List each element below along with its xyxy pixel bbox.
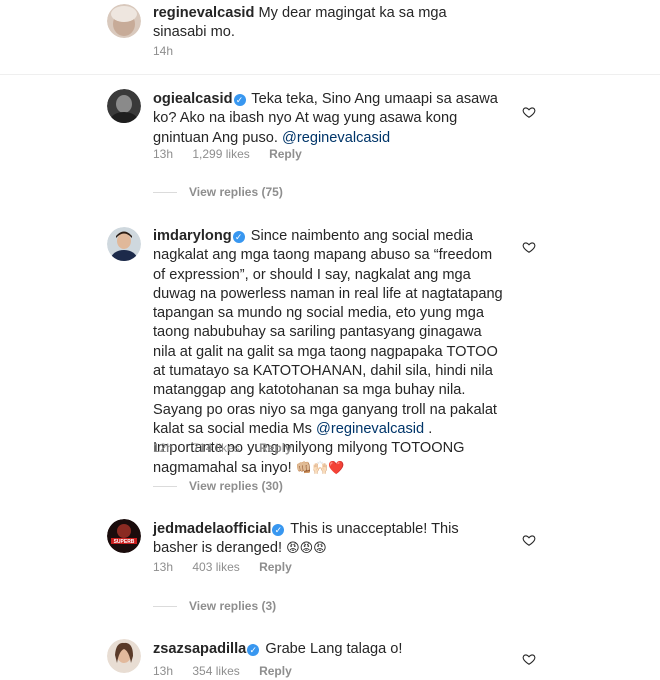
avatar[interactable]	[107, 89, 141, 123]
verified-badge-icon: ✓	[247, 644, 260, 656]
comment-text-line: nagmamahal sa inyo!	[153, 459, 292, 476]
comment-likes[interactable]: 714 likes	[192, 441, 239, 455]
avatar-text: SUPERB	[114, 539, 135, 545]
comment-likes[interactable]: 403 likes	[192, 560, 239, 574]
comment-time: 13h	[153, 560, 174, 574]
heart-outline-icon[interactable]	[522, 105, 536, 119]
comment-text: Grabe Lang talaga o!	[265, 641, 403, 657]
comment-text-line: nila at galit na galit sa mga taong nagp…	[153, 343, 498, 360]
comment-time: 13h	[153, 664, 174, 678]
avatar[interactable]	[107, 227, 141, 261]
verified-badge-icon: ✓	[233, 94, 246, 106]
comment-likes[interactable]: 354 likes	[192, 664, 239, 678]
reply-button[interactable]: Reply	[259, 441, 292, 455]
reply-button[interactable]: Reply	[259, 560, 292, 574]
view-replies-label: View replies (3)	[189, 599, 277, 613]
reply-button[interactable]: Reply	[259, 664, 292, 678]
emoji-group: 😡😡😡	[286, 541, 327, 557]
mention-link[interactable]: @reginevalcasid	[316, 421, 424, 437]
comment-text-line: at tumatayo sa KATOTOHANAN, dahil sila, …	[153, 363, 493, 380]
comment-username[interactable]: reginevalcasid	[153, 5, 254, 21]
comment-text-line: duwag na powerless naman in real life at…	[153, 285, 503, 302]
comment-username[interactable]: imdarylong	[153, 228, 232, 244]
replies-line	[153, 606, 177, 608]
verified-badge-icon: ✓	[232, 231, 245, 243]
comment-text-line: nagkalat ang mga taong mapang abuso sa “…	[153, 247, 493, 264]
view-replies-button[interactable]: View replies (75)	[153, 185, 283, 199]
comment-username[interactable]: zsazsapadilla	[153, 641, 246, 657]
view-replies-label: View replies (75)	[189, 185, 283, 199]
comment-username[interactable]: ogiealcasid	[153, 91, 233, 107]
avatar[interactable]	[107, 639, 141, 673]
comment-text-line: of expression”, or should I say, nagkala…	[153, 266, 471, 283]
heart-outline-icon[interactable]	[522, 652, 536, 666]
mention-link[interactable]: @reginevalcasid	[282, 130, 390, 146]
replies-line	[153, 192, 177, 194]
heart-outline-icon[interactable]	[522, 240, 536, 254]
avatar[interactable]	[107, 4, 141, 38]
heart-outline-icon[interactable]	[522, 533, 536, 547]
view-replies-label: View replies (30)	[189, 479, 283, 493]
emoji-group: 👊🏼🙌🏻❤️	[295, 460, 345, 476]
comment-time: 13h	[153, 147, 174, 161]
comment-time: 14h	[153, 44, 174, 58]
comment-text-line: Since naimbento ang social media	[250, 228, 474, 244]
divider	[0, 74, 660, 75]
comment-text-line: kalat sa social media Ms	[153, 420, 312, 437]
comment-text-line: tapangan sa mundo ng social media, eto y…	[153, 305, 485, 322]
reply-button[interactable]: Reply	[269, 147, 302, 161]
verified-badge-icon: ✓	[272, 524, 285, 536]
comment-text-line: taong nabubuhay sa sariling pantasyang g…	[153, 324, 482, 341]
comment-text-line: Sayang po oras niyo sa mga ganyang troll…	[153, 401, 497, 418]
replies-line	[153, 486, 177, 488]
comment-username[interactable]: jedmadelaofficial	[153, 521, 271, 537]
comment-time: 12h	[153, 441, 174, 455]
comment-likes[interactable]: 1,299 likes	[192, 147, 249, 161]
comment-text-fragment: .	[428, 420, 433, 437]
view-replies-button[interactable]: View replies (3)	[153, 599, 276, 613]
view-replies-button[interactable]: View replies (30)	[153, 479, 283, 493]
avatar[interactable]: SUPERB	[107, 519, 141, 553]
comment-text-line: matanggap ang katotohanan sa mga buhay n…	[153, 382, 466, 399]
